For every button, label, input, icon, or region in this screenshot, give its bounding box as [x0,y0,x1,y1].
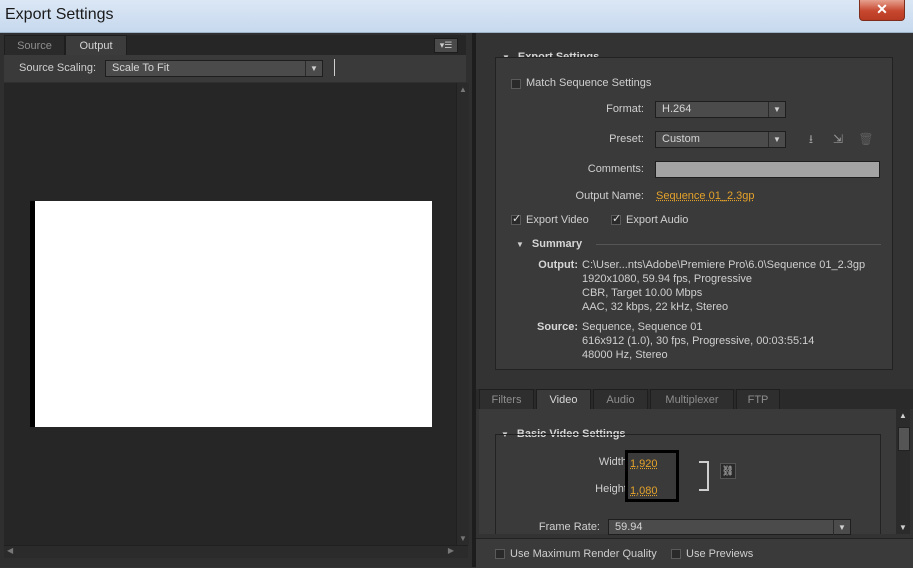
use-previews-label: Use Previews [686,548,754,560]
preset-value: Custom [662,133,700,145]
scroll-up-icon[interactable]: ▲ [899,411,907,420]
summary-output-line: CBR, Target 10.00 Mbps [582,287,703,299]
width-label: Width: [598,456,630,468]
scroll-left-icon[interactable]: ◀ [7,546,13,555]
scroll-down-icon[interactable]: ▼ [459,534,467,543]
summary-output-line: 1920x1080, 59.94 fps, Progressive [582,273,753,285]
summary-output-line: AAC, 32 kbps, 22 kHz, Stereo [582,301,729,313]
collapse-triangle-icon: ▼ [516,240,524,249]
basic-video-group: Width: Height: Frame Rate: 59.94 ▼ [495,434,881,535]
delete-preset-icon[interactable]: 🗑 [858,132,874,146]
source-scaling-value: Scale To Fit [112,62,170,74]
export-settings-group: Match Sequence Settings Format: H.264 ▼ … [495,57,893,370]
chevron-down-icon: ▼ [833,520,850,535]
preset-dropdown[interactable]: Custom ▼ [655,131,786,148]
max-render-checkbox[interactable] [495,549,505,559]
source-scaling-label: Source Scaling: [19,62,97,74]
preview-frame [30,201,432,427]
preview-horizontal-scrollbar[interactable]: ◀ ▶ [4,545,468,558]
preview-viewer [4,83,456,545]
tab-audio[interactable]: Audio [593,389,648,409]
export-audio-label: Export Audio [626,214,689,226]
format-dropdown[interactable]: H.264 ▼ [655,101,786,118]
source-scaling-dropdown[interactable]: Scale To Fit ▼ [105,60,323,77]
summary-output-label: Output: [538,259,578,271]
close-button[interactable]: ✕ [859,0,905,21]
preset-label: Preset: [609,133,644,145]
tab-video[interactable]: Video [536,389,591,409]
summary-source-line: Sequence, Sequence 01 [582,321,703,333]
summary-source-line: 616x912 (1.0), 30 fps, Progressive, 00:0… [582,335,815,347]
link-icon[interactable]: ⛓ [720,463,736,479]
tab-output[interactable]: Output [65,35,127,55]
format-value: H.264 [662,103,692,115]
preview-tab-bar: Source Output ▾☰ [4,35,466,55]
use-previews-checkbox[interactable] [671,549,681,559]
export-audio-checkbox[interactable] [611,212,621,225]
video-settings-pane: ▼ Basic Video Settings Width: Height: Fra… [479,409,896,535]
scroll-thumb[interactable] [898,427,910,451]
chevron-down-icon: ▼ [768,132,785,147]
export-video-label: Export Video [526,214,589,226]
render-options-footer: Use Maximum Render Quality Use Previews [476,538,913,568]
scroll-down-icon[interactable]: ▼ [899,523,907,532]
chevron-down-icon: ▼ [768,102,785,117]
window-title: Export Settings [5,6,114,23]
frame-rate-dropdown[interactable]: 59.94 ▼ [608,519,851,535]
panel-menu-icon[interactable]: ▾☰ [434,38,458,53]
video-vertical-scrollbar[interactable]: ▲ ▼ [896,409,910,534]
output-name-label: Output Name: [575,190,644,202]
max-render-label: Use Maximum Render Quality [510,548,657,560]
settings-tab-bar: Filters Video Audio Multiplexer FTP [476,389,913,409]
preview-panel: Source Output ▾☰ Source Scaling: Scale T… [0,33,472,567]
summary-title: Summary [531,238,583,250]
summary-header[interactable]: ▼ Summary [516,238,582,250]
frame-rate-value: 59.94 [615,521,643,533]
import-preset-icon[interactable]: ⇲ [830,132,846,146]
preview-vertical-scrollbar[interactable]: ▲ ▼ [456,83,469,545]
summary-rule [596,244,881,245]
summary-source-line: 48000 Hz, Stereo [582,349,668,361]
output-name-link[interactable]: Sequence 01_2.3gp [656,190,754,202]
summary-source-label: Source: [537,321,578,333]
chevron-down-icon: ▼ [305,61,322,76]
width-value[interactable]: 1,920 [630,458,658,470]
frame-rate-label: Frame Rate: [538,521,600,533]
save-preset-icon[interactable]: ⭳ [803,132,819,146]
summary-output-line: C:\User...nts\Adobe\Premiere Pro\6.0\Seq… [582,259,866,271]
match-sequence-checkbox[interactable] [511,79,521,89]
source-scaling-bar: Source Scaling: Scale To Fit ▼ [4,55,466,82]
scroll-right-icon[interactable]: ▶ [448,546,454,555]
export-video-checkbox[interactable] [511,212,521,225]
height-label: Height: [595,483,630,495]
tab-source[interactable]: Source [4,35,65,55]
tab-ftp[interactable]: FTP [736,389,780,409]
settings-panel: ▼Export Settings Match Sequence Settings… [476,33,913,568]
comments-field[interactable] [655,161,880,178]
comments-label: Comments: [587,163,644,175]
title-bar: Export Settings ✕ [0,0,913,33]
scroll-up-icon[interactable]: ▲ [459,85,467,94]
match-sequence-label: Match Sequence Settings [526,77,652,89]
dimensions-box: 1,920 1,080 [625,450,679,502]
tab-filters[interactable]: Filters [479,389,534,409]
tab-multiplexer[interactable]: Multiplexer [650,389,734,409]
height-value[interactable]: 1,080 [630,485,658,497]
divider [334,59,335,76]
format-label: Format: [606,103,644,115]
aspect-bracket [699,461,709,491]
